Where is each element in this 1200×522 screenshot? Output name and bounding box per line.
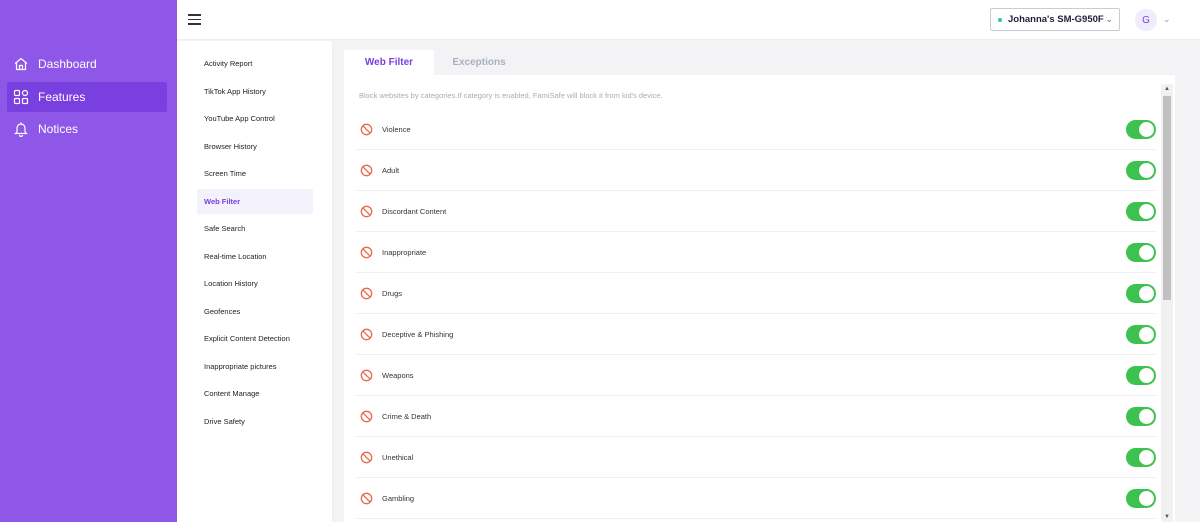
category-label: Adult: [382, 165, 400, 175]
menu-item-activity-report[interactable]: Activity Report: [197, 51, 313, 76]
online-status-dot: [998, 17, 1002, 22]
main-sidebar: Dashboard Features Notices: [0, 0, 177, 522]
ban-icon: [360, 287, 373, 300]
scroll-up-arrow-icon[interactable]: ▲: [1161, 84, 1173, 94]
sidebar-item-label: Dashboard: [38, 57, 97, 71]
menu-item-geofences[interactable]: Geofences: [197, 299, 313, 324]
ban-icon: [360, 123, 373, 136]
category-row: Gambling: [356, 478, 1156, 519]
category-row: Unethical: [356, 437, 1156, 478]
category-label: Gambling: [382, 493, 415, 503]
ban-icon: [360, 205, 373, 218]
ban-icon: [360, 328, 373, 341]
menu-item-safe-search[interactable]: Safe Search: [197, 216, 313, 241]
menu-item-location-history[interactable]: Location History: [197, 271, 313, 296]
menu-item-inappropriate-pictures[interactable]: Inappropriate pictures: [197, 354, 313, 379]
category-row: Deceptive & Phishing: [356, 314, 1156, 355]
device-name: Johanna's SM-G950F: [1008, 14, 1104, 25]
category-label: Discordant Content: [382, 206, 447, 216]
category-label: Inappropriate: [382, 247, 427, 257]
device-selector[interactable]: Johanna's SM-G950F ⌄: [990, 8, 1120, 31]
category-toggle[interactable]: [1126, 448, 1156, 467]
hamburger-menu-icon[interactable]: [188, 14, 201, 25]
menu-item-browser-history[interactable]: Browser History: [197, 134, 313, 159]
menu-item-explicit-content-detection[interactable]: Explicit Content Detection: [197, 326, 313, 351]
grid-icon: [13, 89, 29, 105]
tab-exceptions[interactable]: Exceptions: [434, 50, 524, 75]
tab-web-filter[interactable]: Web Filter: [344, 50, 434, 75]
category-toggle[interactable]: [1126, 243, 1156, 262]
ban-icon: [360, 492, 373, 505]
home-icon: [13, 56, 29, 72]
category-row: Drugs: [356, 273, 1156, 314]
sidebar-item-dashboard[interactable]: Dashboard: [7, 49, 167, 79]
sidebar-item-notices[interactable]: Notices: [7, 114, 167, 144]
category-label: Unethical: [382, 452, 414, 462]
menu-item-youtube-app-control[interactable]: YouTube App Control: [197, 106, 313, 131]
category-label: Crime & Death: [382, 411, 432, 421]
category-row: Adult: [356, 150, 1156, 191]
chevron-down-icon: ⌄: [1105, 14, 1113, 24]
menu-item-screen-time[interactable]: Screen Time: [197, 161, 313, 186]
category-toggle[interactable]: [1126, 325, 1156, 344]
category-toggle[interactable]: [1126, 407, 1156, 426]
scroll-thumb[interactable]: [1163, 96, 1171, 300]
ban-icon: [360, 451, 373, 464]
avatar[interactable]: G: [1135, 9, 1157, 31]
sidebar-item-label: Features: [38, 90, 86, 104]
category-row: Weapons: [356, 355, 1156, 396]
menu-item-tiktok-app-history[interactable]: TikTok App History: [197, 79, 313, 104]
top-header: Johanna's SM-G950F ⌄ G ⌄: [177, 0, 1200, 40]
category-label: Drugs: [382, 288, 403, 298]
ban-icon: [360, 246, 373, 259]
bell-icon: [13, 121, 29, 137]
category-row: Crime & Death: [356, 396, 1156, 437]
web-filter-panel: Block websites by categories.If category…: [344, 75, 1175, 522]
sidebar-item-label: Notices: [38, 122, 79, 136]
category-toggle[interactable]: [1126, 202, 1156, 221]
category-toggle[interactable]: [1126, 366, 1156, 385]
scroll-down-arrow-icon[interactable]: ▼: [1161, 512, 1173, 522]
menu-item-web-filter[interactable]: Web Filter: [197, 188, 313, 214]
panel-scrollbar[interactable]: ▲ ▼: [1161, 84, 1173, 522]
chevron-down-icon[interactable]: ⌄: [1163, 14, 1171, 25]
category-row: Inappropriate: [356, 232, 1156, 273]
main-content: Web Filter Exceptions Block websites by …: [344, 50, 1175, 522]
category-toggle[interactable]: [1126, 284, 1156, 303]
sidebar-item-features[interactable]: Features: [7, 82, 167, 112]
menu-item-real-time-location[interactable]: Real-time Location: [197, 244, 313, 269]
ban-icon: [360, 410, 373, 423]
category-toggle[interactable]: [1126, 120, 1156, 139]
category-row: Violence: [356, 109, 1156, 150]
web-filter-description: Block websites by categories.If category…: [359, 91, 663, 100]
category-label: Deceptive & Phishing: [382, 329, 454, 339]
category-label: Weapons: [382, 370, 414, 380]
category-label: Violence: [382, 124, 411, 134]
category-row: Discordant Content: [356, 191, 1156, 232]
ban-icon: [360, 164, 373, 177]
ban-icon: [360, 369, 373, 382]
category-toggle[interactable]: [1126, 161, 1156, 180]
category-toggle[interactable]: [1126, 489, 1156, 508]
menu-item-drive-safety[interactable]: Drive Safety: [197, 409, 313, 434]
feature-menu: Activity Report TikTok App History YouTu…: [177, 41, 333, 522]
menu-item-content-manage[interactable]: Content Manage: [197, 381, 313, 406]
